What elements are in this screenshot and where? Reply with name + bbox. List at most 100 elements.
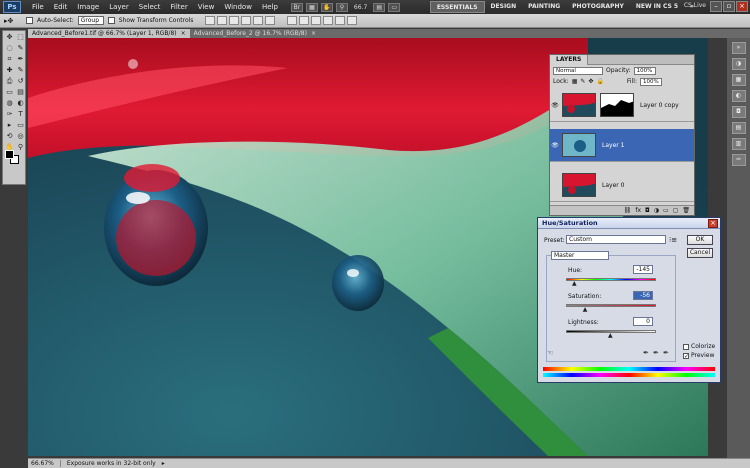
saturation-field[interactable]: -56 bbox=[633, 291, 653, 300]
type-icon[interactable]: T bbox=[15, 109, 26, 120]
zoom-tool-icon[interactable]: ⚲ bbox=[335, 2, 348, 12]
fx-icon[interactable]: fx bbox=[635, 206, 641, 215]
preset-options-icon[interactable]: ⁝≡ bbox=[669, 236, 677, 244]
3d-orbit-icon[interactable]: ◎ bbox=[15, 131, 26, 142]
align-middle-icon[interactable] bbox=[217, 16, 228, 25]
document-tab[interactable]: Advanced_Before1.tif @ 66.7% (Layer 1, R… bbox=[28, 29, 190, 38]
menu-view[interactable]: View bbox=[193, 3, 220, 11]
layer-visibility-icon[interactable]: 👁 bbox=[550, 142, 560, 149]
menu-window[interactable]: Window bbox=[219, 3, 257, 11]
saturation-slider[interactable] bbox=[566, 304, 656, 307]
menu-filter[interactable]: Filter bbox=[165, 3, 192, 11]
paths-panel-icon[interactable]: ✑ bbox=[731, 154, 746, 166]
mask-icon[interactable]: ◘ bbox=[645, 206, 650, 215]
add-to-sample-icon[interactable]: ✒ bbox=[653, 349, 659, 357]
status-zoom[interactable]: 66.67% bbox=[31, 460, 61, 467]
channels-panel-icon[interactable]: ▥ bbox=[731, 138, 746, 150]
arrange-documents-icon[interactable]: ▤ bbox=[373, 2, 386, 12]
hue-slider-knob[interactable]: ▲ bbox=[572, 281, 577, 287]
lightness-field[interactable]: 0 bbox=[633, 317, 653, 326]
gradient-icon[interactable]: ▤ bbox=[15, 87, 26, 98]
swatches-panel-icon[interactable]: ▦ bbox=[731, 74, 746, 86]
distribute-top-icon[interactable] bbox=[287, 16, 298, 25]
menu-select[interactable]: Select bbox=[134, 3, 166, 11]
maximize-icon[interactable]: ▫ bbox=[723, 1, 735, 12]
auto-select-checkbox[interactable] bbox=[26, 17, 33, 24]
close-tab-icon[interactable]: × bbox=[311, 30, 316, 37]
lock-transparency-icon[interactable]: ▦ bbox=[572, 78, 578, 85]
menu-image[interactable]: Image bbox=[72, 3, 104, 11]
pen-icon[interactable]: ✑ bbox=[4, 109, 15, 120]
shape-icon[interactable]: ▭ bbox=[15, 120, 26, 131]
workspace-essentials[interactable]: ESSENTIALS bbox=[429, 1, 485, 13]
workspace-photography[interactable]: PHOTOGRAPHY bbox=[566, 1, 630, 13]
saturation-slider-knob[interactable]: ▲ bbox=[583, 307, 588, 313]
hand-tool-icon[interactable]: ✋ bbox=[320, 2, 333, 12]
screen-mode-icon[interactable]: ▭ bbox=[388, 2, 401, 12]
close-tab-icon[interactable]: × bbox=[181, 30, 186, 37]
view-extras-icon[interactable]: ▦ bbox=[305, 2, 318, 12]
brush-icon[interactable]: ✎ bbox=[15, 65, 26, 76]
channel-dropdown[interactable]: Master bbox=[551, 251, 609, 260]
healing-icon[interactable]: ✚ bbox=[4, 65, 15, 76]
align-left-icon[interactable] bbox=[241, 16, 252, 25]
eyedropper-icon[interactable]: ✒ bbox=[15, 54, 26, 65]
hue-field[interactable]: -145 bbox=[633, 265, 653, 274]
masks-panel-icon[interactable]: ◘ bbox=[731, 106, 746, 118]
cs-live-button[interactable]: CS Live bbox=[684, 2, 706, 9]
ok-button[interactable]: OK bbox=[687, 235, 713, 245]
layer-mask-thumbnail[interactable] bbox=[600, 93, 634, 117]
dialog-close-icon[interactable]: × bbox=[708, 219, 718, 228]
lock-all-icon[interactable]: 🔒 bbox=[596, 78, 603, 85]
3d-rotate-icon[interactable]: ⟲ bbox=[4, 131, 15, 142]
status-menu-arrow-icon[interactable]: ▸ bbox=[162, 460, 165, 467]
workspace-new-in-cs-5[interactable]: NEW IN CS 5 bbox=[630, 1, 684, 13]
adjustment-icon[interactable]: ◑ bbox=[654, 206, 659, 215]
stamp-icon[interactable]: ⎙ bbox=[4, 76, 15, 87]
distribute-left-icon[interactable] bbox=[323, 16, 334, 25]
distribute-right-icon[interactable] bbox=[347, 16, 358, 25]
preset-dropdown[interactable]: Custom bbox=[566, 235, 666, 244]
distribute-center-icon[interactable] bbox=[335, 16, 346, 25]
eyedropper-icon[interactable]: ✒ bbox=[643, 349, 649, 357]
layer-row[interactable]: Layer 0 bbox=[550, 169, 694, 202]
link-icon[interactable]: ⛓ bbox=[624, 206, 632, 215]
move-tool-preset-icon[interactable]: ▸✥ bbox=[4, 16, 22, 26]
show-transform-checkbox[interactable] bbox=[107, 17, 115, 24]
quick-select-icon[interactable]: ✎ bbox=[15, 43, 26, 54]
close-icon[interactable]: × bbox=[736, 1, 748, 12]
preview-option[interactable]: ✓ Preview bbox=[683, 352, 714, 359]
new-layer-icon[interactable]: ▢ bbox=[673, 206, 679, 215]
path-select-icon[interactable]: ▸ bbox=[4, 120, 15, 131]
hue-slider[interactable] bbox=[566, 278, 656, 281]
color-panel-icon[interactable]: ◑ bbox=[731, 58, 746, 70]
preview-checkbox[interactable]: ✓ bbox=[683, 352, 689, 359]
document-tab[interactable]: Advanced_Before_2 @ 16.7% (RGB/8) × bbox=[190, 29, 320, 38]
foreground-color-swatch[interactable] bbox=[5, 150, 14, 159]
auto-select-dropdown[interactable]: Group bbox=[77, 16, 104, 25]
crop-icon[interactable]: ⌗ bbox=[4, 54, 15, 65]
align-center-icon[interactable] bbox=[253, 16, 264, 25]
lasso-icon[interactable]: ◌ bbox=[4, 43, 15, 54]
workspace-design[interactable]: DESIGN bbox=[485, 1, 523, 13]
dodge-icon[interactable]: ◐ bbox=[15, 98, 26, 109]
layer-row[interactable]: 👁 Layer 0 copy bbox=[550, 89, 694, 122]
targeted-adjustment-icon[interactable]: ☜ bbox=[547, 349, 553, 357]
layer-row[interactable]: 👁 Layer 1 bbox=[550, 129, 694, 162]
marquee-icon[interactable]: ⬚ bbox=[15, 32, 26, 43]
zoom-icon[interactable]: ⚲ bbox=[15, 142, 26, 153]
folder-icon[interactable]: ▭ bbox=[663, 206, 669, 215]
collapse-dock-icon[interactable]: » bbox=[731, 42, 746, 54]
menu-edit[interactable]: Edit bbox=[49, 3, 73, 11]
blend-mode-dropdown[interactable]: Normal bbox=[553, 66, 603, 75]
blur-icon[interactable]: ◍ bbox=[4, 98, 15, 109]
distribute-bottom-icon[interactable] bbox=[311, 16, 322, 25]
align-top-icon[interactable] bbox=[205, 16, 216, 25]
layers-panel-icon[interactable]: ▤ bbox=[731, 122, 746, 134]
launch-bridge-icon[interactable]: Br bbox=[290, 2, 303, 12]
align-right-icon[interactable] bbox=[265, 16, 276, 25]
lightness-slider-knob[interactable]: ▲ bbox=[608, 333, 613, 339]
colorize-option[interactable]: Colorize bbox=[683, 343, 715, 350]
colorize-checkbox[interactable] bbox=[683, 343, 689, 350]
history-brush-icon[interactable]: ↺ bbox=[15, 76, 26, 87]
